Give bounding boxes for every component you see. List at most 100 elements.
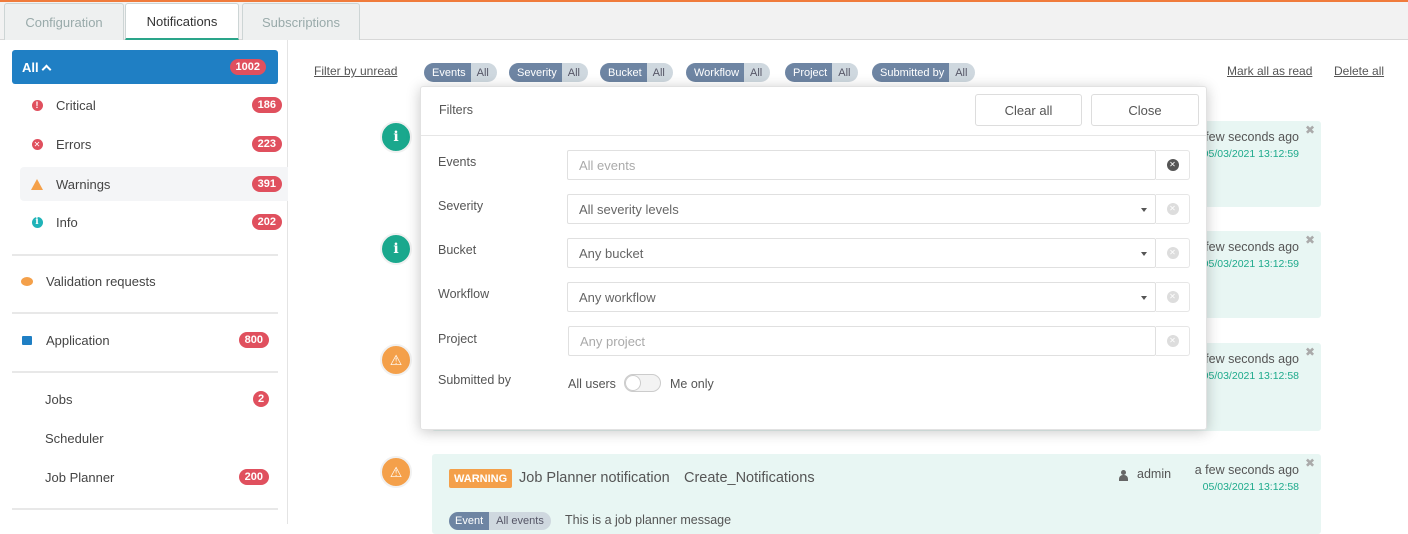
close-icon[interactable]: ✖ (1305, 123, 1315, 137)
filter-value: All (832, 63, 859, 82)
all-users-label: All users (568, 377, 616, 391)
filter-key: Severity (509, 63, 562, 82)
mark-all-read-link[interactable]: Mark all as read (1227, 64, 1312, 78)
comment-icon (20, 274, 34, 288)
filter-pill-events[interactable]: Events All (424, 63, 497, 82)
sidebar-item-errors[interactable]: ✕ Errors 223 (20, 125, 288, 163)
tab-subscriptions[interactable]: Subscriptions (242, 3, 360, 40)
project-input[interactable]: Any project (568, 326, 1156, 356)
close-button[interactable]: Close (1091, 94, 1199, 126)
close-icon[interactable]: ✖ (1305, 456, 1315, 470)
project-clear-button[interactable]: ✕ (1156, 326, 1190, 356)
exclamation-circle-icon: ! (30, 98, 44, 112)
me-only-toggle[interactable] (624, 374, 661, 392)
project-label: Project (438, 332, 477, 346)
events-label: Events (438, 155, 477, 169)
notification-title: Job Planner notification (519, 470, 670, 486)
filter-pill-project[interactable]: Project All (785, 63, 859, 82)
event-tag: Event All events (449, 512, 551, 530)
filter-value: All (470, 63, 497, 82)
sidebar-item-label: Jobs (45, 391, 73, 407)
bucket-clear-button[interactable]: ✕ (1156, 238, 1190, 268)
count-badge: 1002 (229, 59, 266, 75)
submitted-by-user: admin (1137, 467, 1172, 481)
relative-time: a few seconds ago (1194, 463, 1299, 477)
sidebar-item-job-planner[interactable]: Job Planner 200 (45, 458, 278, 496)
tab-configuration[interactable]: Configuration (4, 3, 124, 40)
x-circle-icon: ✕ (1166, 159, 1179, 171)
caret-down-icon (1141, 296, 1147, 300)
count-badge: 200 (238, 469, 269, 485)
toggle-knob (625, 375, 641, 391)
tab-notifications[interactable]: Notifications (125, 3, 239, 40)
notification-message: This is a job planner message (565, 513, 732, 527)
filter-by-unread-link[interactable]: Filter by unread (314, 64, 397, 78)
severity-clear-button[interactable]: ✕ (1156, 194, 1190, 224)
sidebar-item-label: All (22, 59, 39, 75)
bucket-select-value: Any bucket (579, 245, 644, 261)
severity-select-value: All severity levels (579, 201, 679, 217)
filter-pill-severity[interactable]: Severity All (509, 63, 588, 82)
filter-pill-bucket[interactable]: Bucket All (600, 63, 673, 82)
relative-time: a few seconds ago (1194, 240, 1299, 254)
timestamp: 05/03/2021 13:12:58 (1202, 481, 1299, 493)
caret-down-icon (1141, 208, 1147, 212)
timestamp: 05/03/2021 13:12:59 (1202, 148, 1299, 160)
sidebar-item-validation-requests[interactable]: Validation requests (12, 262, 280, 300)
count-badge: 2 (253, 391, 269, 407)
close-icon[interactable]: ✖ (1305, 233, 1315, 247)
notification-subtitle: Create_Notifications (684, 470, 815, 486)
sidebar-item-jobs[interactable]: Jobs 2 (45, 380, 278, 418)
relative-time: a few seconds ago (1194, 352, 1299, 366)
sidebar-item-scheduler[interactable]: Scheduler (45, 419, 278, 457)
caret-down-icon (1141, 252, 1147, 256)
filter-pill-submitted-by[interactable]: Submitted by All (872, 63, 976, 82)
events-clear-button[interactable]: ✕ (1156, 150, 1190, 180)
workflow-select[interactable]: Any workflow (567, 282, 1156, 312)
workflow-clear-button[interactable]: ✕ (1156, 282, 1190, 312)
warning-triangle-icon: ⚠ (380, 344, 412, 376)
chevron-up-icon (41, 64, 52, 74)
tag-key: Event (449, 512, 490, 530)
severity-label: Severity (438, 199, 484, 213)
warning-triangle-icon: ⚠ (380, 456, 412, 488)
puzzle-icon (20, 333, 34, 347)
filter-value: All (949, 63, 976, 82)
x-circle-icon: ✕ (1166, 203, 1179, 215)
delete-all-link[interactable]: Delete all (1334, 64, 1384, 78)
count-badge: 202 (251, 214, 282, 230)
sidebar: All 1002 ! Critical 186 ✕ Errors 223 War… (0, 40, 288, 524)
divider (12, 254, 278, 256)
severity-badge: WARNING (449, 469, 513, 488)
sidebar-item-info[interactable]: i Info 202 (20, 203, 288, 241)
filter-value: All (646, 63, 673, 82)
sidebar-item-application[interactable]: Application 800 (12, 321, 278, 359)
timestamp: 05/03/2021 13:12:59 (1202, 258, 1299, 270)
bucket-label: Bucket (438, 243, 477, 257)
sidebar-item-all[interactable]: All 1002 (12, 50, 278, 84)
x-circle-icon: ✕ (1166, 247, 1179, 259)
me-only-label: Me only (670, 377, 714, 391)
severity-select[interactable]: All severity levels (567, 194, 1156, 224)
filter-key: Project (785, 63, 833, 82)
clear-all-button[interactable]: Clear all (975, 94, 1082, 126)
divider (12, 371, 278, 373)
divider (12, 312, 278, 314)
relative-time: a few seconds ago (1194, 130, 1299, 144)
count-badge: 223 (251, 136, 282, 152)
tab-bar: Configuration Notifications Subscription… (0, 2, 1408, 40)
filter-value: All (561, 63, 588, 82)
close-icon[interactable]: ✖ (1305, 345, 1315, 359)
sidebar-item-label: Application (46, 332, 110, 348)
bucket-select[interactable]: Any bucket (567, 238, 1156, 268)
count-badge: 800 (238, 332, 269, 348)
submitted-by-label: Submitted by (438, 373, 511, 387)
events-input[interactable]: All events (567, 150, 1156, 180)
notification-card[interactable]: WARNING Job Planner notification Create_… (432, 454, 1321, 534)
workflow-select-value: Any workflow (579, 289, 656, 305)
filter-key: Events (424, 63, 471, 82)
filter-pill-workflow[interactable]: Workflow All (686, 63, 771, 82)
sidebar-item-warnings[interactable]: Warnings 391 (20, 167, 288, 201)
sidebar-item-critical[interactable]: ! Critical 186 (20, 86, 288, 124)
info-circle-icon: i (380, 233, 412, 265)
